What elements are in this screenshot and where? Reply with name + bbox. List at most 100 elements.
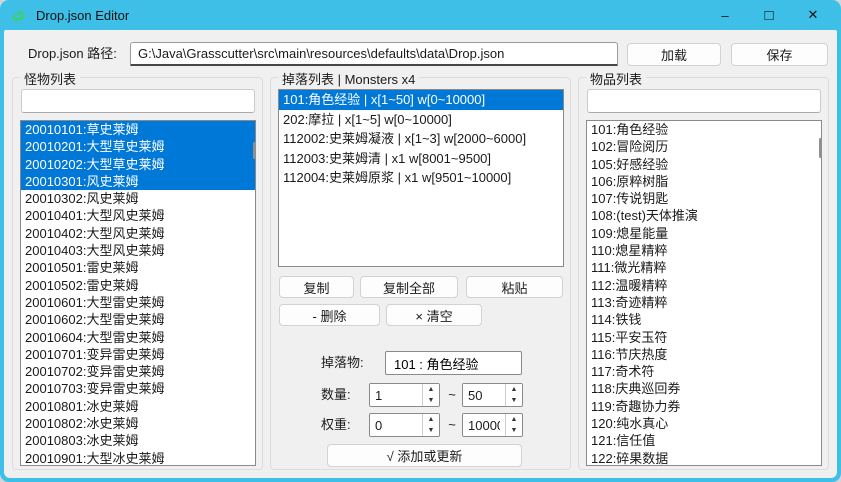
item-list-item[interactable]: 101:角色经验 — [587, 121, 821, 138]
item-panel: 物品列表 101:角色经验102:冒险阅历105:好感经验106:原粹树脂107… — [578, 77, 829, 470]
window-controls: – □ ✕ — [703, 0, 835, 30]
quantity-label: 数量: — [321, 383, 351, 407]
stepper-arrows: ▲▼ — [422, 384, 439, 406]
stepper-arrows: ▲▼ — [505, 384, 522, 406]
arrow-down-icon[interactable]: ▼ — [423, 395, 439, 406]
window-title: Drop.json Editor — [36, 8, 129, 23]
quantity-min-input[interactable] — [370, 384, 422, 406]
monster-panel: 怪物列表 20010101:草史莱姆20010201:大型草史莱姆2001020… — [12, 77, 263, 470]
load-button[interactable]: 加载 — [627, 43, 721, 66]
item-list-item[interactable]: 120:纯水真心 — [587, 415, 821, 432]
monster-list-item[interactable]: 20010802:冰史莱姆 — [21, 415, 255, 432]
monster-list-item[interactable]: 20010302:风史莱姆 — [21, 190, 255, 207]
content-area: Drop.json 路径: 加载 保存 怪物列表 20010101:草史莱姆20… — [4, 30, 837, 478]
item-list-item[interactable]: 119:奇趣协力券 — [587, 398, 821, 415]
monster-list: 20010101:草史莱姆20010201:大型草史莱姆20010202:大型草… — [20, 120, 256, 466]
drop-panel: 掉落列表 | Monsters x4 101:角色经验 | x[1~50] w[… — [270, 77, 571, 470]
drop-item-label: 掉落物: — [321, 351, 364, 375]
titlebar: Drop.json Editor – □ ✕ — [0, 0, 841, 30]
item-list-item[interactable]: 107:传说钥匙 — [587, 190, 821, 207]
item-list-item[interactable]: 115:平安玉符 — [587, 329, 821, 346]
monster-list-item[interactable]: 20010502:雷史莱姆 — [21, 277, 255, 294]
item-search-input[interactable] — [587, 89, 821, 113]
arrow-down-icon[interactable]: ▼ — [423, 425, 439, 436]
monster-list-item[interactable]: 20010602:大型雷史莱姆 — [21, 311, 255, 328]
item-list-item[interactable]: 106:原粹树脂 — [587, 173, 821, 190]
arrow-down-icon[interactable]: ▼ — [506, 395, 522, 406]
stepper-arrows: ▲▼ — [422, 414, 439, 436]
add-or-update-button[interactable]: √ 添加或更新 — [327, 444, 522, 467]
drop-list-item[interactable]: 112003:史莱姆清 | x1 w[8001~9500] — [279, 149, 563, 169]
drop-list-item[interactable]: 202:摩拉 | x[1~5] w[0~10000] — [279, 110, 563, 130]
item-list: 101:角色经验102:冒险阅历105:好感经验106:原粹树脂107:传说钥匙… — [586, 120, 822, 466]
monster-list-item[interactable]: 20010403:大型风史莱姆 — [21, 242, 255, 259]
drop-list-item[interactable]: 112002:史莱姆凝液 | x[1~3] w[2000~6000] — [279, 129, 563, 149]
arrow-down-icon[interactable]: ▼ — [506, 425, 522, 436]
monster-list-item[interactable]: 20010201:大型草史莱姆 — [21, 138, 255, 155]
weight-max-stepper: ▲▼ — [462, 413, 523, 437]
paste-button[interactable]: 粘贴 — [466, 276, 563, 298]
arrow-up-icon[interactable]: ▲ — [506, 384, 522, 395]
monster-search-input[interactable] — [21, 89, 255, 113]
item-list-item[interactable]: 110:熄星精粹 — [587, 242, 821, 259]
drop-panel-title: 掉落列表 | Monsters x4 — [278, 69, 419, 88]
drop-item-input[interactable] — [385, 351, 522, 375]
monster-list-item[interactable]: 20010901:大型冰史莱姆 — [21, 450, 255, 466]
item-list-item[interactable]: 118:庆典巡回券 — [587, 380, 821, 397]
monster-list-item[interactable]: 20010702:变异雷史莱姆 — [21, 363, 255, 380]
item-list-item[interactable]: 108:(test)天体推演 — [587, 207, 821, 224]
quantity-max-stepper: ▲▼ — [462, 383, 523, 407]
quantity-tilde: ~ — [443, 383, 461, 407]
monster-panel-title: 怪物列表 — [20, 69, 80, 88]
weight-label: 权重: — [321, 413, 351, 437]
item-list-item[interactable]: 114:铁钱 — [587, 311, 821, 328]
arrow-up-icon[interactable]: ▲ — [423, 414, 439, 425]
megaphone-icon — [10, 6, 28, 24]
monster-list-item[interactable]: 20010401:大型风史莱姆 — [21, 207, 255, 224]
monster-list-item[interactable]: 20010703:变异雷史莱姆 — [21, 380, 255, 397]
weight-max-input[interactable] — [463, 414, 505, 436]
minimize-button[interactable]: – — [703, 0, 747, 30]
monster-list-scrollbar[interactable] — [253, 142, 256, 159]
delete-button[interactable]: - 删除 — [279, 304, 380, 326]
weight-min-input[interactable] — [370, 414, 422, 436]
path-input[interactable] — [130, 42, 618, 66]
monster-list-item[interactable]: 20010101:草史莱姆 — [21, 121, 255, 138]
item-list-item[interactable]: 102:冒险阅历 — [587, 138, 821, 155]
item-panel-title: 物品列表 — [586, 69, 646, 88]
weight-tilde: ~ — [443, 413, 461, 437]
item-list-item[interactable]: 117:奇术符 — [587, 363, 821, 380]
monster-list-item[interactable]: 20010701:变异雷史莱姆 — [21, 346, 255, 363]
save-button[interactable]: 保存 — [731, 43, 828, 66]
drop-list: 101:角色经验 | x[1~50] w[0~10000]202:摩拉 | x[… — [278, 89, 564, 267]
item-list-item[interactable]: 111:微光精粹 — [587, 259, 821, 276]
arrow-up-icon[interactable]: ▲ — [506, 414, 522, 425]
arrow-up-icon[interactable]: ▲ — [423, 384, 439, 395]
stepper-arrows: ▲▼ — [505, 414, 522, 436]
maximize-button[interactable]: □ — [747, 0, 791, 30]
item-list-item[interactable]: 113:奇迹精粹 — [587, 294, 821, 311]
copy-button[interactable]: 复制 — [279, 276, 354, 298]
item-list-item[interactable]: 116:节庆热度 — [587, 346, 821, 363]
monster-list-item[interactable]: 20010604:大型雷史莱姆 — [21, 329, 255, 346]
item-list-item[interactable]: 109:熄星能量 — [587, 225, 821, 242]
item-list-item[interactable]: 105:好感经验 — [587, 156, 821, 173]
monster-list-item[interactable]: 20010501:雷史莱姆 — [21, 259, 255, 276]
item-list-item[interactable]: 121:信任值 — [587, 432, 821, 449]
monster-list-item[interactable]: 20010301:风史莱姆 — [21, 173, 255, 190]
close-button[interactable]: ✕ — [791, 0, 835, 30]
copy-all-button[interactable]: 复制全部 — [360, 276, 458, 298]
drop-list-item[interactable]: 101:角色经验 | x[1~50] w[0~10000] — [279, 90, 563, 110]
weight-min-stepper: ▲▼ — [369, 413, 440, 437]
quantity-max-input[interactable] — [463, 384, 505, 406]
monster-list-item[interactable]: 20010202:大型草史莱姆 — [21, 156, 255, 173]
item-list-item[interactable]: 122:碎果数据 — [587, 450, 821, 466]
clear-button[interactable]: × 清空 — [386, 304, 482, 326]
item-list-scrollbar[interactable] — [819, 138, 822, 158]
monster-list-item[interactable]: 20010402:大型风史莱姆 — [21, 225, 255, 242]
item-list-item[interactable]: 112:温暖精粹 — [587, 277, 821, 294]
monster-list-item[interactable]: 20010601:大型雷史莱姆 — [21, 294, 255, 311]
monster-list-item[interactable]: 20010803:冰史莱姆 — [21, 432, 255, 449]
drop-list-item[interactable]: 112004:史莱姆原浆 | x1 w[9501~10000] — [279, 168, 563, 188]
monster-list-item[interactable]: 20010801:冰史莱姆 — [21, 398, 255, 415]
